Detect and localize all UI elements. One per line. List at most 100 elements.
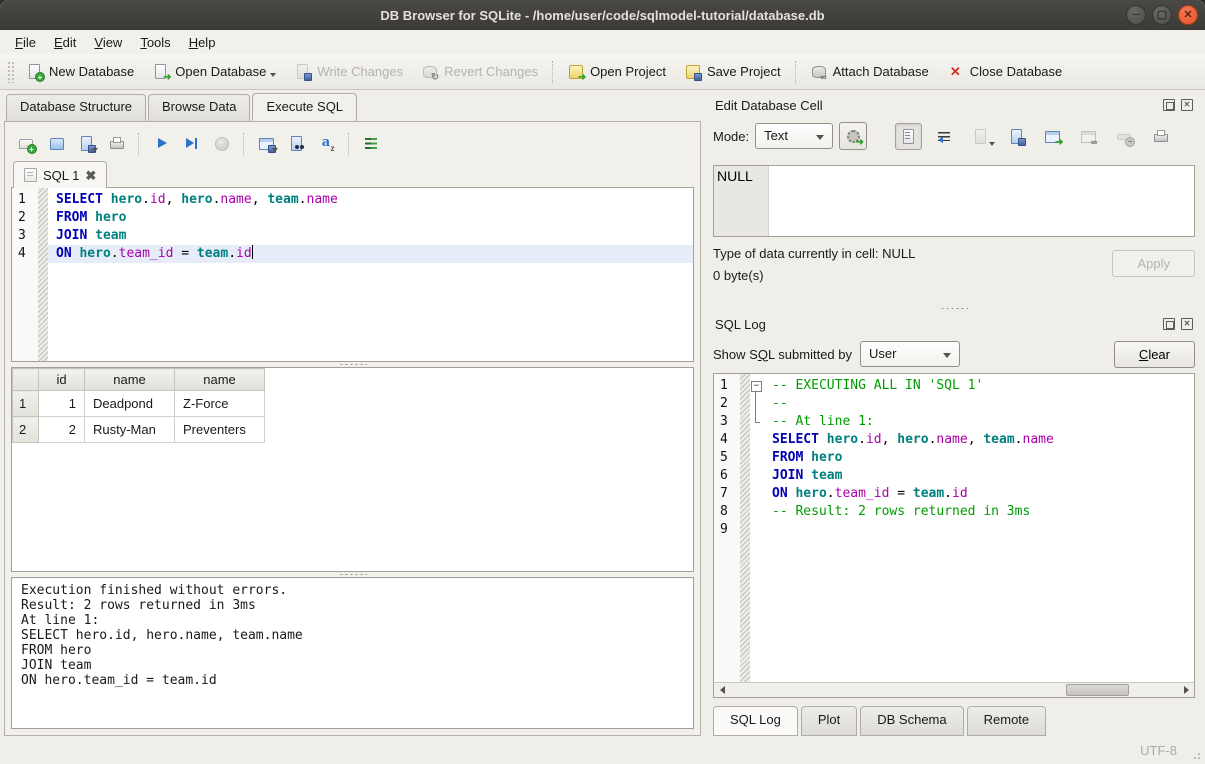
clear-log-button[interactable]: Clear xyxy=(1114,341,1195,368)
maximize-icon[interactable]: ▢ xyxy=(1152,5,1172,25)
dock-tab-plot[interactable]: Plot xyxy=(801,706,857,736)
close-tab-icon[interactable]: ✖ xyxy=(85,169,96,182)
text-mode-button[interactable] xyxy=(895,123,922,150)
tab-execute-sql[interactable]: Execute SQL xyxy=(252,93,357,121)
save-badge-icon xyxy=(1018,138,1026,146)
code-area[interactable]: -- EXECUTING ALL IN 'SQL 1'---- At line … xyxy=(764,374,1194,682)
execute-current-line-button[interactable] xyxy=(178,131,204,157)
sql-tab[interactable]: SQL 1 ✖ xyxy=(13,161,107,188)
dock-tab-sql-log[interactable]: SQL Log xyxy=(713,706,798,736)
mode-select[interactable]: Text xyxy=(755,123,833,149)
scroll-right-icon[interactable] xyxy=(1178,683,1194,697)
column-header-name-2[interactable]: name xyxy=(175,369,265,391)
token-txt xyxy=(103,192,111,207)
edit-cell-dock-header: Edit Database Cell xyxy=(713,92,1195,116)
tab-browse-data[interactable]: Browse Data xyxy=(148,94,250,122)
float-panel-icon[interactable] xyxy=(1163,318,1175,330)
results-table[interactable]: idnamename11DeadpondZ-Force22Rusty-ManPr… xyxy=(11,367,694,572)
column-header-name-1[interactable]: name xyxy=(85,369,175,391)
apply-button[interactable]: Apply xyxy=(1112,250,1195,277)
main-toolbar: +New Database➜Open DatabaseWrite Changes… xyxy=(0,54,1205,90)
token-kw: FROM xyxy=(772,450,803,465)
table-cell[interactable]: 2 xyxy=(39,417,85,443)
tab-database-structure[interactable]: Database Structure xyxy=(6,94,146,122)
save-results-button[interactable] xyxy=(253,131,279,157)
table-cell[interactable]: Z-Force xyxy=(175,391,265,417)
save-sql-file-button[interactable] xyxy=(73,131,99,157)
menu-view[interactable]: View xyxy=(85,32,131,53)
open-external-button[interactable]: ➜ xyxy=(1039,123,1066,150)
token-fld: id xyxy=(866,432,882,447)
code-area[interactable]: SELECT hero.id, hero.name, team.nameFROM… xyxy=(48,188,693,361)
cell-editor[interactable]: NULL xyxy=(713,165,1195,237)
toolbar-drag-handle xyxy=(7,61,14,83)
sql-editor[interactable]: 1234SELECT hero.id, hero.name, team.name… xyxy=(11,187,694,362)
menu-help[interactable]: Help xyxy=(180,32,225,53)
dropdown-arrow-icon[interactable] xyxy=(92,148,98,152)
dock-tab-db-schema[interactable]: DB Schema xyxy=(860,706,963,736)
encoding-indicator: UTF-8 xyxy=(1140,743,1177,758)
auto-apply-button[interactable]: ➜ xyxy=(839,122,867,150)
dropdown-arrow-icon[interactable] xyxy=(270,73,276,77)
minimize-icon[interactable]: ─ xyxy=(1126,5,1146,25)
close-icon[interactable]: ✕ xyxy=(1178,5,1198,25)
log-filter-select[interactable]: User xyxy=(860,341,960,367)
open-sql-file-icon xyxy=(48,135,65,152)
save-badge-icon xyxy=(694,73,702,81)
menu-edit[interactable]: Edit xyxy=(45,32,85,53)
scroll-left-icon[interactable] xyxy=(714,683,730,697)
import-data-icon xyxy=(972,128,989,145)
close-panel-icon[interactable] xyxy=(1181,99,1193,111)
print-cell-button[interactable] xyxy=(1147,123,1174,150)
print-button[interactable] xyxy=(103,131,129,157)
plus-badge-icon: + xyxy=(27,144,37,154)
fold-marker-icon[interactable] xyxy=(750,413,764,431)
table-cell[interactable]: Preventers xyxy=(175,417,265,443)
find-in-sql-button[interactable] xyxy=(283,131,309,157)
code-line: -- xyxy=(764,395,1194,413)
fold-marker-icon[interactable] xyxy=(750,377,764,395)
menu-file[interactable]: File xyxy=(6,32,45,53)
table-cell[interactable]: Rusty-Man xyxy=(85,417,175,443)
open-database-button[interactable]: ➜Open Database xyxy=(143,58,285,85)
line-number: 6 xyxy=(720,467,740,485)
dropdown-arrow-icon[interactable] xyxy=(989,142,995,146)
execute-all-button[interactable] xyxy=(148,131,174,157)
resize-grip-icon[interactable] xyxy=(1189,748,1202,761)
edit-cell-toolbar: Mode: Text ➜ ➜∞− xyxy=(713,116,1195,156)
token-tbl: hero xyxy=(181,192,212,207)
toggle-results-button[interactable] xyxy=(358,131,384,157)
scrollbar-thumb[interactable] xyxy=(1066,684,1129,696)
save-project-button[interactable]: Save Project xyxy=(675,58,790,85)
word-wrap-button[interactable] xyxy=(931,123,958,150)
export-data-button[interactable] xyxy=(1003,123,1030,150)
new-database-button[interactable]: +New Database xyxy=(17,58,143,85)
titlebar[interactable]: DB Browser for SQLite - /home/user/code/… xyxy=(0,0,1205,30)
open-sql-tab-button[interactable]: + xyxy=(13,131,39,157)
table-cell[interactable]: Deadpond xyxy=(85,391,175,417)
open-project-icon: ➜ xyxy=(567,63,584,80)
sql-log-view[interactable]: 123456789-- EXECUTING ALL IN 'SQL 1'----… xyxy=(713,373,1195,698)
close-panel-icon[interactable] xyxy=(1181,318,1193,330)
column-header-id-0[interactable]: id xyxy=(39,369,85,391)
dropdown-arrow-icon[interactable] xyxy=(272,148,278,152)
token-txt xyxy=(803,450,811,465)
code-line: FROM hero xyxy=(764,449,1194,467)
format-sql-button[interactable] xyxy=(313,131,339,157)
cell-info: Type of data currently in cell: NULL 0 b… xyxy=(713,246,1195,306)
fold-margin xyxy=(750,374,764,682)
close-database-button[interactable]: Close Database xyxy=(938,58,1072,85)
open-sql-file-button[interactable] xyxy=(43,131,69,157)
token-txt: . xyxy=(858,432,866,447)
horizontal-scrollbar[interactable] xyxy=(714,682,1194,697)
message-line: Execution finished without errors. xyxy=(21,583,684,598)
attach-database-button[interactable]: ∞Attach Database xyxy=(801,58,938,85)
float-panel-icon[interactable] xyxy=(1163,99,1175,111)
scrollbar-track[interactable] xyxy=(730,683,1178,697)
menu-tools[interactable]: Tools xyxy=(131,32,179,53)
table-cell[interactable]: 1 xyxy=(39,391,85,417)
line-number: 4 xyxy=(18,245,38,263)
message-line: JOIN team xyxy=(21,658,684,673)
dock-tab-remote[interactable]: Remote xyxy=(967,706,1047,736)
open-project-button[interactable]: ➜Open Project xyxy=(558,58,675,85)
